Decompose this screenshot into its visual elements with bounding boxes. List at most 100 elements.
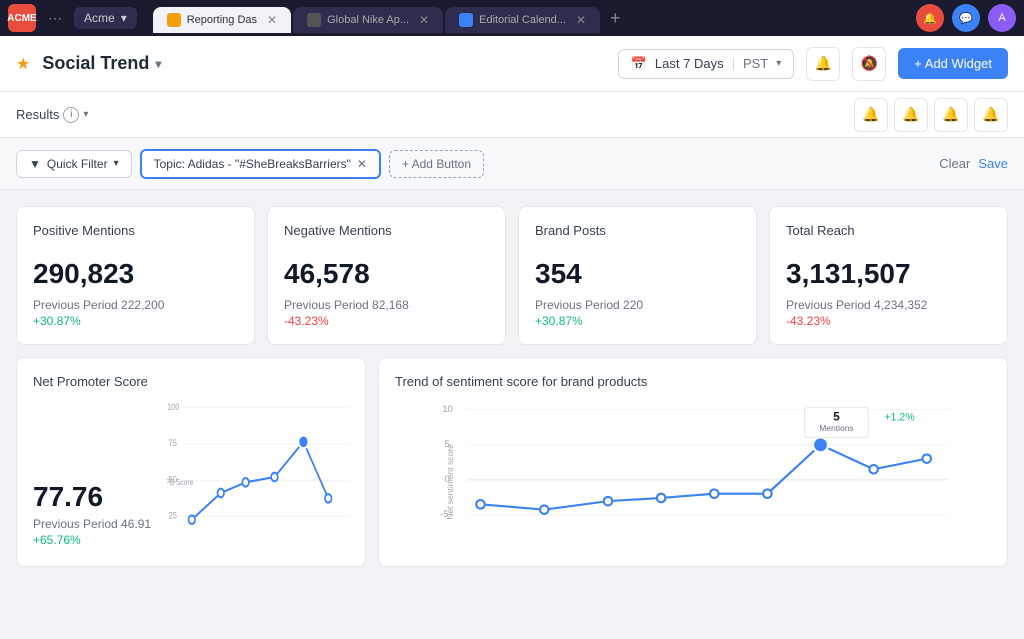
nps-chart: 100 75 50 25 <box>167 397 349 557</box>
positive-mentions-change: +30.87% <box>33 314 238 328</box>
sound-buttons: 🔔 🔔 🔔 🔔 <box>854 98 1008 132</box>
negative-mentions-prev: Previous Period 82,168 <box>284 298 489 312</box>
tab-close-reporting[interactable]: ✕ <box>267 13 277 27</box>
filter-bar: ▼ Quick Filter ▾ Topic: Adidas - "#SheBr… <box>0 138 1024 190</box>
brand-posts-title: Brand Posts <box>535 223 740 238</box>
tab-label-reporting: Reporting Das <box>187 14 257 26</box>
total-reach-value: 3,131,507 <box>786 258 991 290</box>
workspace-selector[interactable]: Acme ▾ <box>74 7 137 29</box>
app-logo: ACME <box>8 4 36 32</box>
negative-mentions-value: 46,578 <box>284 258 489 290</box>
tab-label-editorial: Editorial Calend... <box>479 14 566 26</box>
nps-values: 77.76 Previous Period 46.91 +65.76% <box>33 397 151 557</box>
nps-card: Net Promoter Score 77.76 Previous Period… <box>16 357 366 567</box>
brand-posts-card: Brand Posts 354 Previous Period 220 +30.… <box>518 206 757 345</box>
svg-text:+1.2%: +1.2% <box>884 411 915 423</box>
results-dropdown-icon[interactable]: ▾ <box>83 109 88 120</box>
results-info-icon[interactable]: i <box>63 107 79 123</box>
workspace-label: Acme <box>84 11 115 25</box>
tab-icon-nike <box>307 13 321 27</box>
add-widget-label: + Add Widget <box>914 56 992 71</box>
messages-badge[interactable]: 💬 <box>952 4 980 32</box>
user-avatar[interactable]: A <box>988 4 1016 32</box>
main-content: Positive Mentions 290,823 Previous Perio… <box>0 190 1024 639</box>
filter-tag-close-icon[interactable]: ✕ <box>357 157 367 171</box>
calendar-icon: 📅 <box>631 56 647 72</box>
tab-icon-reporting <box>167 13 181 27</box>
tab-label-nike: Global Nike Ap... <box>327 14 409 26</box>
negative-mentions-card: Negative Mentions 46,578 Previous Period… <box>267 206 506 345</box>
results-text: Results <box>16 107 59 122</box>
date-range-selector[interactable]: 📅 Last 7 Days | PST ▾ <box>618 49 795 79</box>
brand-posts-change: +30.87% <box>535 314 740 328</box>
nps-score: 77.76 <box>33 481 151 513</box>
svg-text:NPS Score: NPS Score <box>167 477 193 487</box>
sub-header: Results i ▾ 🔔 🔔 🔔 🔔 <box>0 92 1024 138</box>
svg-text:100: 100 <box>167 401 180 412</box>
timezone-chevron: ▾ <box>776 58 781 69</box>
quick-filter-label: Quick Filter <box>47 157 108 171</box>
trend-title: Trend of sentiment score for brand produ… <box>395 374 991 389</box>
nps-content: 77.76 Previous Period 46.91 +65.76% 100 … <box>33 397 349 557</box>
negative-mentions-title: Negative Mentions <box>284 223 489 238</box>
total-reach-card: Total Reach 3,131,507 Previous Period 4,… <box>769 206 1008 345</box>
nps-prev: Previous Period 46.91 <box>33 517 151 531</box>
svg-text:Net sentiment score: Net sentiment score <box>445 444 455 520</box>
notification-badge[interactable]: 🔔 <box>916 4 944 32</box>
sound-btn-1[interactable]: 🔔 <box>854 98 888 132</box>
browser-bar: ACME ⋯ Acme ▾ Reporting Das ✕ Global Nik… <box>0 0 1024 36</box>
tab-nike[interactable]: Global Nike Ap... ✕ <box>293 7 443 33</box>
timezone-label: PST <box>743 56 768 71</box>
app-header: ★ Social Trend ▾ 📅 Last 7 Days | PST ▾ 🔔… <box>0 36 1024 92</box>
quick-filter-button[interactable]: ▼ Quick Filter ▾ <box>16 150 132 178</box>
trend-chart: 10 5 0 -5 Net sentiment score <box>395 397 991 567</box>
sound-btn-2[interactable]: 🔔 <box>894 98 928 132</box>
negative-mentions-change: -43.23% <box>284 314 489 328</box>
tab-close-editorial[interactable]: ✕ <box>576 13 586 27</box>
mute-button-1[interactable]: 🔔 <box>806 47 840 81</box>
positive-mentions-title: Positive Mentions <box>33 223 238 238</box>
add-widget-button[interactable]: + Add Widget <box>898 48 1008 79</box>
bottom-row: Net Promoter Score 77.76 Previous Period… <box>16 357 1008 567</box>
filter-icon: ▼ <box>29 157 41 171</box>
svg-text:Mentions: Mentions <box>819 423 854 433</box>
favorite-star-icon[interactable]: ★ <box>16 54 30 74</box>
date-range-label: Last 7 Days <box>655 56 724 71</box>
add-filter-label: + Add Button <box>402 157 471 171</box>
grid-icon: ⋯ <box>44 10 66 27</box>
tab-close-nike[interactable]: ✕ <box>419 13 429 27</box>
svg-text:25: 25 <box>169 510 177 521</box>
svg-text:5: 5 <box>833 410 840 423</box>
svg-text:10: 10 <box>442 404 453 415</box>
title-dropdown-icon[interactable]: ▾ <box>155 57 161 71</box>
page-title: Social Trend ▾ <box>42 53 161 74</box>
tab-editorial[interactable]: Editorial Calend... ✕ <box>445 7 600 33</box>
sound-btn-3[interactable]: 🔔 <box>934 98 968 132</box>
brand-posts-value: 354 <box>535 258 740 290</box>
tab-reporting[interactable]: Reporting Das ✕ <box>153 7 291 33</box>
add-tab-button[interactable]: + <box>602 4 629 33</box>
workspace-chevron: ▾ <box>121 11 127 25</box>
brand-posts-prev: Previous Period 220 <box>535 298 740 312</box>
positive-mentions-prev: Previous Period 222,200 <box>33 298 238 312</box>
filter-tag-text: Topic: Adidas - "#SheBreaksBarriers" <box>154 157 351 171</box>
browser-actions: 🔔 💬 A <box>916 4 1016 32</box>
tab-icon-editorial <box>459 13 473 27</box>
sound-btn-4[interactable]: 🔔 <box>974 98 1008 132</box>
trend-card: Trend of sentiment score for brand produ… <box>378 357 1008 567</box>
svg-text:75: 75 <box>169 437 177 448</box>
clear-filters-button[interactable]: Clear <box>939 156 970 171</box>
total-reach-prev: Previous Period 4,234,352 <box>786 298 991 312</box>
positive-mentions-value: 290,823 <box>33 258 238 290</box>
nps-change: +65.76% <box>33 533 151 547</box>
add-filter-button[interactable]: + Add Button <box>389 150 484 178</box>
tabs-container: Reporting Das ✕ Global Nike Ap... ✕ Edit… <box>145 4 908 33</box>
save-filters-button[interactable]: Save <box>978 156 1008 171</box>
total-reach-change: -43.23% <box>786 314 991 328</box>
mute-button-2[interactable]: 🔕 <box>852 47 886 81</box>
total-reach-title: Total Reach <box>786 223 991 238</box>
active-filter-tag[interactable]: Topic: Adidas - "#SheBreaksBarriers" ✕ <box>140 149 381 179</box>
metrics-row: Positive Mentions 290,823 Previous Perio… <box>16 206 1008 345</box>
results-section: Results i ▾ <box>16 107 88 123</box>
filter-actions: Clear Save <box>939 156 1008 171</box>
